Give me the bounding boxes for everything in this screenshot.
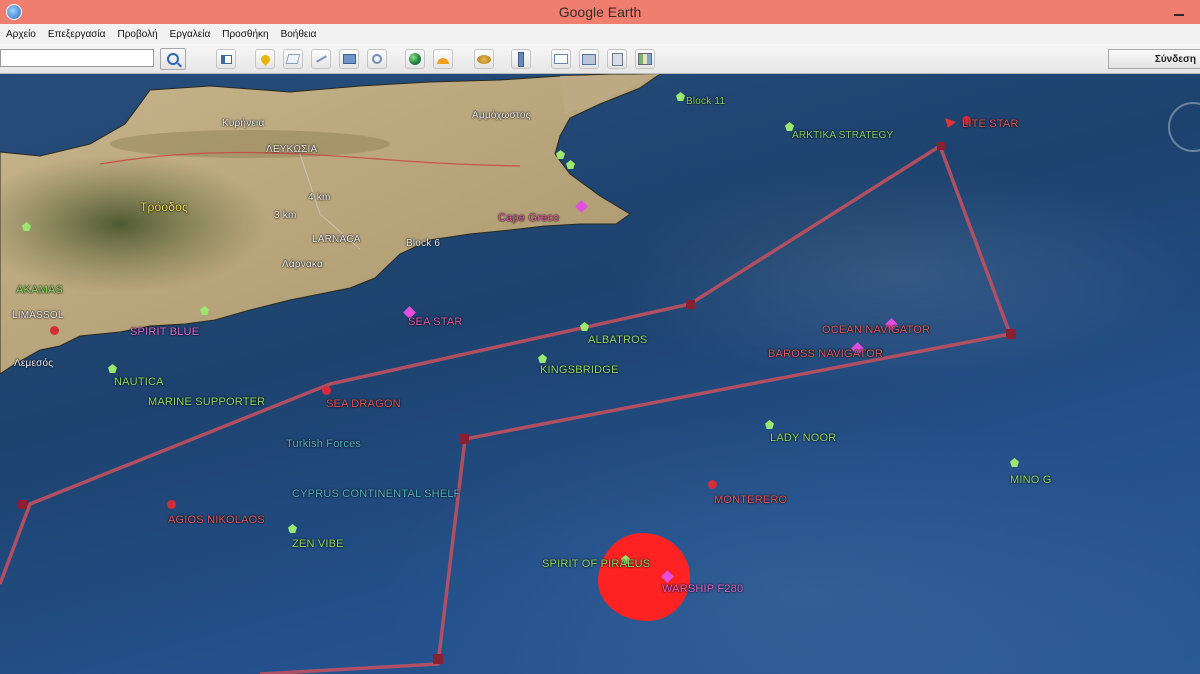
vessel-arktika[interactable]: ARKTIKA STRATEGY <box>792 130 893 141</box>
vessel-marine[interactable]: MARINE SUPPORTER <box>148 396 265 408</box>
ruler-button[interactable] <box>511 49 531 69</box>
map-view[interactable]: Κυρήνεια ΛΕΥΚΩΣΙΑ Τρόοδος LARNACA Λάρνακ… <box>0 74 1200 674</box>
pentadaktylos-range <box>110 130 390 158</box>
print-button[interactable] <box>579 49 599 69</box>
vessel-lite-star[interactable]: LITE STAR <box>962 118 1019 130</box>
vessel-akamas[interactable]: AKAMAS <box>16 284 63 296</box>
polygon-icon <box>285 54 301 64</box>
vessel-marker-red[interactable] <box>167 500 176 509</box>
ruler-icon <box>518 51 524 67</box>
image-overlay-icon <box>342 54 356 64</box>
vessel-sea-dragon[interactable]: SEA DRAGON <box>326 398 401 410</box>
place-lemesos: Λεμεσός <box>14 358 54 369</box>
save-image-button[interactable] <box>607 49 627 69</box>
earth-globe-icon <box>409 53 421 65</box>
path-icon <box>315 55 327 63</box>
place-kyrenia: Κυρήνεια <box>222 118 265 129</box>
exclusion-zone <box>598 533 690 621</box>
zone-label-shelf: CYPRUS CONTINENTAL SHELF <box>292 488 461 500</box>
signin-button[interactable]: Σύνδεση <box>1108 49 1200 69</box>
menu-bar: Αρχείο Επεξεργασία Προβολή Εργαλεία Προσ… <box>0 24 1200 45</box>
window-title: Google Earth <box>558 4 642 20</box>
vessel-baross-navigator[interactable]: BAROSS NAVIGATOR <box>768 348 883 360</box>
search-input[interactable] <box>0 49 154 67</box>
menu-view[interactable]: Προβολή <box>111 29 163 40</box>
toolbar: Σύνδεση <box>0 44 1200 74</box>
vessel-marker-red[interactable] <box>708 480 717 489</box>
save-image-icon <box>611 52 623 66</box>
title-bar: Google Earth <box>0 0 1200 24</box>
placemark-icon <box>258 52 272 66</box>
record-tour-button[interactable] <box>367 49 387 69</box>
place-block-left: Block 6 <box>406 238 441 249</box>
place-limassol: LIMASSOL <box>12 310 64 321</box>
planets-icon <box>477 54 491 64</box>
place-lefkosia: ΛΕΥΚΩΣΙΑ <box>266 144 318 155</box>
zone-label-forces: Turkish Forces <box>286 438 362 450</box>
google-maps-button[interactable] <box>635 49 655 69</box>
vessel-marker-red[interactable] <box>50 326 59 335</box>
search-icon <box>167 53 179 65</box>
vessel-marker-red[interactable] <box>322 386 331 395</box>
minimize-icon <box>1174 14 1184 16</box>
vessel-warship-f280[interactable]: WARSHIP F280 <box>662 583 743 595</box>
menu-help[interactable]: Βοήθεια <box>275 29 323 40</box>
search-button[interactable] <box>160 48 186 70</box>
vessel-nautica[interactable]: NAUTICA <box>114 376 164 388</box>
vessel-block-11[interactable]: Block 11 <box>686 96 725 107</box>
vessel-spirit-of-piraeus[interactable]: SPIRIT OF PIRAEUS <box>542 558 650 570</box>
triangle-marker <box>945 118 956 128</box>
vessel-sea-star[interactable]: SEA STAR <box>408 316 463 328</box>
email-button[interactable] <box>551 49 571 69</box>
place-larnaka: Λάρνακα <box>282 259 323 270</box>
menu-edit[interactable]: Επεξεργασία <box>42 29 112 40</box>
vessel-albatros[interactable]: ALBATROS <box>588 334 647 346</box>
menu-tools[interactable]: Εργαλεία <box>164 29 217 40</box>
scale-label-3km: 3 km <box>274 210 297 221</box>
vessel-kingsbridge[interactable]: KINGSBRIDGE <box>540 364 619 376</box>
scale-label-4km: 4 km <box>308 192 331 203</box>
sidebar-button[interactable] <box>216 49 236 69</box>
vessel-monterero[interactable]: MONTERERO <box>714 494 787 506</box>
place-troodos: Τρόοδος <box>140 200 189 214</box>
email-icon <box>554 54 568 64</box>
place-cape-greco: Cape Greco <box>498 212 560 224</box>
vessel-agios[interactable]: AGIOS NIKOLAOS <box>168 514 265 526</box>
vessel-lady-noor[interactable]: LADY NOOR <box>770 432 836 444</box>
minimize-button[interactable] <box>1170 2 1188 20</box>
sunlight-button[interactable] <box>433 49 453 69</box>
sidebar-icon <box>220 54 232 64</box>
print-icon <box>582 53 596 65</box>
google-earth-icon <box>6 4 22 20</box>
polygon-button[interactable] <box>283 49 303 69</box>
vessel-spirit-blue[interactable]: SPIRIT BLUE <box>130 326 199 338</box>
menu-file[interactable]: Αρχείο <box>0 29 42 40</box>
google-maps-icon <box>638 53 652 65</box>
vessel-mino-g[interactable]: MINO G <box>1010 474 1052 486</box>
path-button[interactable] <box>311 49 331 69</box>
placemark-button[interactable] <box>255 49 275 69</box>
vessel-ocean-navigator[interactable]: OCEAN NAVIGATOR <box>822 324 930 336</box>
earth-button[interactable] <box>405 49 425 69</box>
place-larnaca: LARNACA <box>312 234 361 245</box>
place-ammochostos: Αμμόχωστος <box>472 110 531 121</box>
planets-button[interactable] <box>474 49 494 69</box>
karpas-peninsula <box>560 74 660 114</box>
vessel-zen-vibe[interactable]: ZEN VIBE <box>292 538 344 550</box>
sunlight-icon <box>437 58 449 64</box>
menu-add[interactable]: Προσθήκη <box>216 29 274 40</box>
record-tour-icon <box>372 54 382 64</box>
image-overlay-button[interactable] <box>339 49 359 69</box>
